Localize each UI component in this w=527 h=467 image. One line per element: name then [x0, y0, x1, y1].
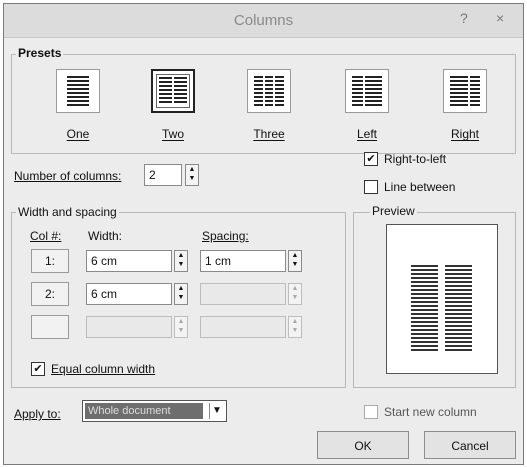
right-to-left-checkbox[interactable]: ✔: [364, 152, 378, 166]
presets-label: Presets: [16, 46, 64, 60]
width-input-2[interactable]: 6 cm: [86, 283, 172, 305]
preset-one-icon: [56, 69, 100, 113]
preset-three-label: Three: [253, 127, 285, 141]
col-number-header: Col #:: [30, 229, 62, 243]
col-number-3: [31, 315, 69, 339]
line-between-label: Line between: [384, 180, 456, 194]
preset-right[interactable]: Right: [432, 69, 498, 159]
preset-three[interactable]: Three: [236, 69, 302, 159]
number-of-columns-spin-icon[interactable]: ▲ ▼: [185, 164, 199, 186]
apply-to-select[interactable]: Whole document ▼: [82, 400, 227, 422]
col-number-2[interactable]: 2:: [31, 282, 69, 306]
spacing-spin-3-icon: ▲ ▼: [288, 316, 302, 338]
start-new-column-checkbox: [364, 405, 378, 419]
preset-two-label: Two: [161, 127, 184, 141]
help-button[interactable]: ?: [460, 10, 468, 26]
dialog-title: Columns: [233, 12, 294, 29]
close-button[interactable]: ×: [496, 10, 504, 26]
start-new-column-label: Start new column: [384, 405, 477, 419]
columns-dialog: Columns ? × Presets One Two Three Left R…: [3, 3, 524, 465]
spacing-input-1[interactable]: 1 cm: [200, 250, 286, 272]
spacing-input-3: [200, 316, 286, 338]
spacing-header: Spacing:: [202, 229, 249, 243]
width-input-3: [86, 316, 172, 338]
equal-column-width-checkbox[interactable]: ✔: [31, 362, 45, 376]
preview-page: [386, 224, 498, 374]
preset-left-icon: [345, 69, 389, 113]
spacing-spin-2-icon: ▲ ▼: [288, 283, 302, 305]
preview-label: Preview: [370, 204, 417, 218]
width-spin-3-icon: ▲ ▼: [174, 316, 188, 338]
preset-right-label: Right: [450, 127, 479, 141]
preview-column-1: [411, 265, 438, 353]
apply-to-label: Apply to:: [14, 407, 61, 421]
checkmark-icon: ✔: [33, 363, 43, 375]
line-between-checkbox[interactable]: [364, 180, 378, 194]
col-number-1[interactable]: 1:: [31, 249, 69, 273]
number-of-columns-input[interactable]: 2: [144, 164, 182, 186]
width-input-1[interactable]: 6 cm: [86, 250, 172, 272]
title-bar: Columns ? ×: [4, 4, 523, 38]
chevron-down-icon[interactable]: ▼: [209, 403, 224, 419]
preset-three-icon: [247, 69, 291, 113]
preset-right-icon: [443, 69, 487, 113]
spacing-input-2: [200, 283, 286, 305]
preset-two-icon: [151, 69, 195, 113]
preview-column-2: [445, 265, 472, 353]
ok-button[interactable]: OK: [317, 431, 409, 459]
width-header: Width:: [88, 229, 123, 243]
checkmark-icon: ✔: [366, 153, 376, 165]
preset-two[interactable]: Two: [140, 69, 206, 159]
preset-one[interactable]: One: [45, 69, 111, 159]
width-spin-2-icon[interactable]: ▲ ▼: [174, 283, 188, 305]
equal-column-width-label: Equal column width: [51, 362, 156, 376]
preset-left[interactable]: Left: [334, 69, 400, 159]
apply-to-value: Whole document: [85, 403, 203, 419]
preset-left-label: Left: [356, 127, 377, 141]
number-of-columns-label: Number of columns:: [14, 169, 122, 183]
cancel-button[interactable]: Cancel: [424, 431, 516, 459]
width-spin-1-icon[interactable]: ▲ ▼: [174, 250, 188, 272]
preset-one-label: One: [66, 127, 90, 141]
spacing-spin-1-icon[interactable]: ▲ ▼: [288, 250, 302, 272]
right-to-left-label: Right-to-left: [384, 152, 447, 166]
width-spacing-label: Width and spacing: [16, 205, 119, 219]
